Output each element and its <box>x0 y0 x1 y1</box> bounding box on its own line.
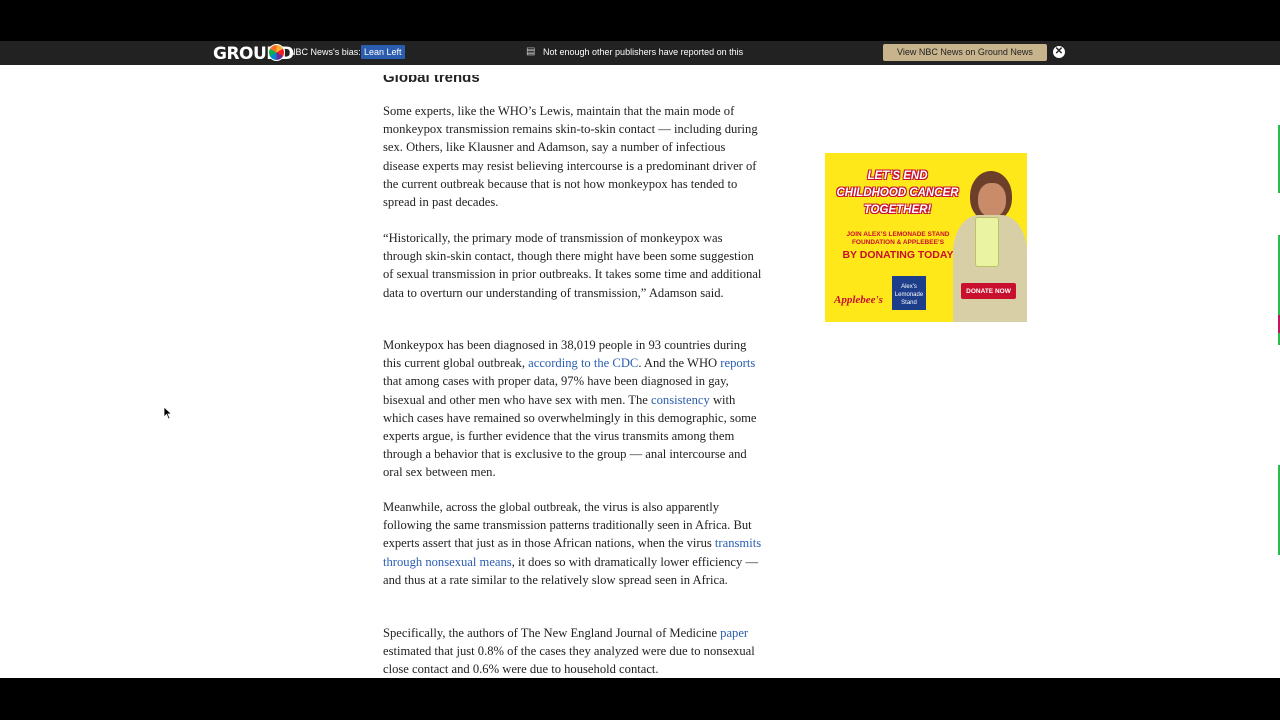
ad-photo-face <box>978 183 1006 217</box>
consistency-link[interactable]: consistency <box>651 393 710 407</box>
who-reports-link[interactable]: reports <box>720 356 755 370</box>
bias-rating[interactable]: Lean Left <box>361 45 405 59</box>
article-paragraph: Specifically, the authors of The New Eng… <box>383 624 763 678</box>
ad-cta-text: BY DONATING TODAY <box>842 249 954 261</box>
close-icon[interactable]: ✕ <box>1053 46 1065 58</box>
nejm-paper-link[interactable]: paper <box>720 626 748 640</box>
ad-headline: LET’S END CHILDHOOD CANCER TOGETHER! <box>836 170 959 216</box>
lemonade-glass-image <box>975 217 999 267</box>
donate-now-button[interactable]: DONATE NOW <box>961 283 1016 299</box>
bias-label: NBC News's bias: <box>289 47 361 57</box>
paragraph-text: . And the WHO <box>638 356 721 371</box>
view-on-ground-news-button[interactable]: View NBC News on Ground News <box>883 44 1047 61</box>
coverage-notice: Not enough other publishers have reporte… <box>543 47 744 57</box>
paragraph-text: Specifically, the authors of The New Eng… <box>383 626 721 640</box>
nbc-peacock-icon <box>268 44 285 61</box>
paragraph-text: estimated that just 0.8% of the cases th… <box>383 644 755 677</box>
advertisement-banner[interactable]: LET’S END CHILDHOOD CANCER TOGETHER! JOI… <box>825 153 1027 322</box>
article-page[interactable]: Global trends Some experts, like the WHO… <box>0 65 1280 678</box>
newspaper-icon: ▤ <box>526 46 536 57</box>
ground-news-bar: GROUND NBC News's bias: Lean Left ▤ Not … <box>0 41 1280 65</box>
applebees-logo: Applebee's <box>834 294 883 306</box>
article-paragraph: Some experts, like the WHO’s Lewis, main… <box>383 104 758 210</box>
article-paragraph: Meanwhile, across the global outbreak, t… <box>383 498 763 589</box>
paragraph-text: Meanwhile, across the global outbreak, t… <box>383 500 752 551</box>
cdc-link[interactable]: according to the CDC <box>528 356 638 370</box>
section-heading: Global trends <box>383 69 480 86</box>
alexs-lemonade-logo: Alex's Lemonade Stand <box>892 276 926 310</box>
article-paragraph: “Historically, the primary mode of trans… <box>383 231 762 300</box>
article-paragraph: Monkeypox has been diagnosed in 38,019 p… <box>383 336 763 482</box>
ad-subline: JOIN ALEX’S LEMONADE STAND FOUNDATION & … <box>846 231 950 246</box>
